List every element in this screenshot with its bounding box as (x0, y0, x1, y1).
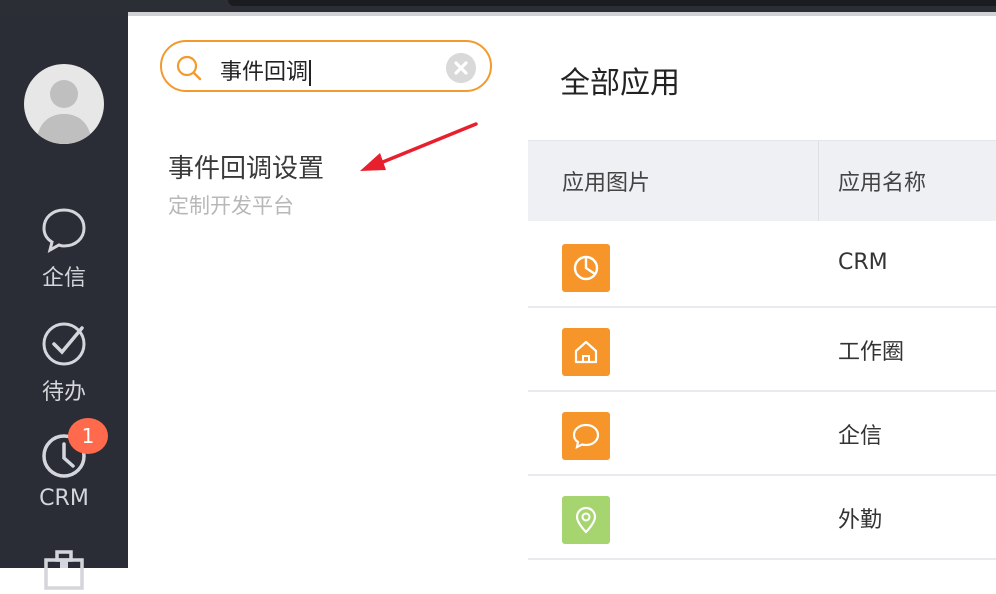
chat-bubble-icon (42, 208, 86, 253)
chat-bubble-icon (572, 423, 600, 449)
notification-badge: 1 (68, 418, 108, 454)
nav-label-qixin: 企信 (41, 266, 86, 291)
table-row[interactable]: 外勤 (528, 474, 996, 560)
app-icon-tile (562, 496, 610, 544)
app-icon-tile (562, 328, 610, 376)
left-nav: 企信 待办 1 CRM (0, 16, 128, 590)
app-icon-tile (562, 412, 610, 460)
table-row[interactable]: 企信 (528, 390, 996, 476)
app-name: 企信 (838, 424, 883, 449)
briefcase-icon (44, 550, 84, 590)
search-panel: 事件回调 事件回调设置 定制开发平台 (128, 16, 528, 568)
app-name: 外勤 (838, 508, 883, 533)
annotation-arrow (360, 122, 478, 171)
app-name: CRM (838, 250, 888, 275)
home-icon (574, 340, 598, 364)
app-name: 工作圈 (838, 340, 905, 365)
column-divider[interactable] (818, 141, 819, 221)
window-top-bar (0, 0, 996, 16)
main-content: 全部应用 应用图片 应用名称 CRM 工作圈 企信 外勤 (528, 16, 996, 568)
table-header: 应用图片 应用名称 (528, 140, 996, 221)
column-header-image: 应用图片 (562, 171, 651, 196)
user-silhouette-icon (36, 80, 92, 144)
nav-label-crm: CRM (39, 486, 89, 511)
check-circle-icon (42, 322, 86, 366)
table-row[interactable]: 工作圈 (528, 306, 996, 392)
avatar[interactable] (24, 64, 104, 144)
page-title: 全部应用 (560, 66, 680, 101)
location-pin-icon (575, 506, 597, 534)
window-top-bar-inner (228, 0, 996, 6)
table-row[interactable]: CRM (528, 222, 996, 308)
app-icon-tile (562, 244, 610, 292)
pie-chart-icon (573, 255, 599, 281)
nav-label-todo: 待办 (41, 380, 86, 405)
column-header-name: 应用名称 (838, 171, 927, 196)
